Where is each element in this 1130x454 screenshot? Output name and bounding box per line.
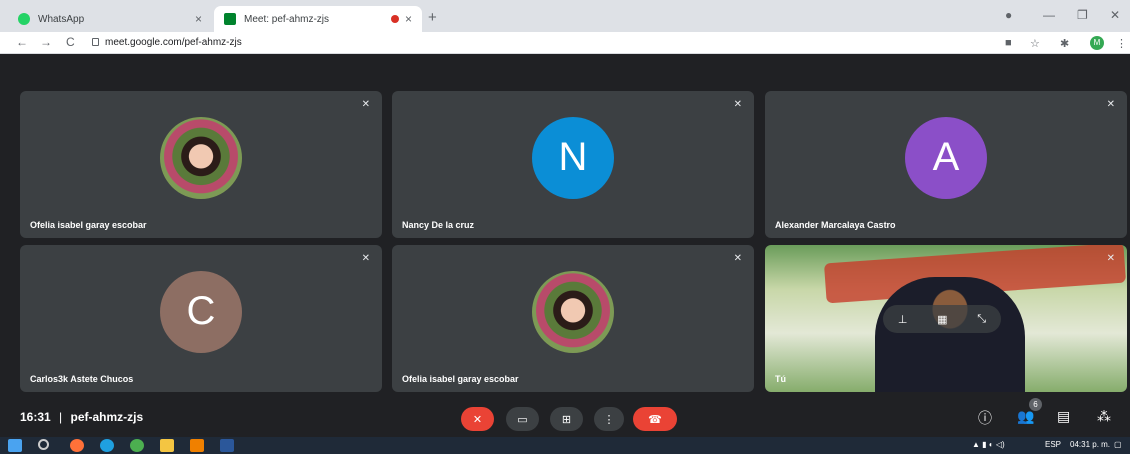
info-icon[interactable]: ⓘ — [978, 408, 992, 428]
close-tab-icon[interactable]: × — [195, 12, 202, 26]
present-screen-button[interactable]: ⊞ — [550, 407, 583, 431]
video-camera-icon: ▭ — [517, 413, 528, 426]
tab-title: Meet: pef-ahmz-zjs — [244, 13, 330, 25]
participant-name: Tú — [775, 374, 786, 384]
vlc-icon[interactable] — [190, 439, 204, 452]
meeting-grid: ✕ Ofelia isabel garay escobar ✕ N Nancy … — [0, 54, 1130, 437]
close-window-icon[interactable]: ✕ — [1110, 8, 1120, 22]
tray-icons[interactable]: ▲ ▮ ◐ ◁) — [972, 440, 1005, 449]
leave-call-button[interactable]: ☎ — [633, 407, 677, 431]
word-icon[interactable] — [220, 439, 234, 452]
file-explorer-icon[interactable] — [160, 439, 174, 452]
participant-tile[interactable]: ✕ A Alexander Marcalaya Castro — [765, 91, 1127, 238]
meet-icon — [224, 13, 236, 25]
new-tab-button[interactable]: + — [428, 9, 437, 26]
participant-tile[interactable]: ✕ Ofelia isabel garay escobar — [392, 245, 754, 392]
meeting-time: 16:31 — [20, 410, 51, 424]
forward-icon[interactable]: → — [40, 35, 52, 49]
more-vert-icon: ⋮ — [603, 413, 615, 426]
participant-avatar: A — [905, 116, 987, 199]
address-bar: ← → C meet.google.com/pef-ahmz-zjs ■ ☆ ✱… — [0, 32, 1130, 54]
separator: | — [59, 410, 63, 424]
mic-off-icon: ✕ — [361, 99, 370, 110]
camera-icon[interactable]: ■ — [1005, 37, 1012, 49]
language-indicator[interactable]: ESP — [1045, 440, 1061, 449]
participant-tile[interactable]: ✕ N Nancy De la cruz — [392, 91, 754, 238]
participant-name: Ofelia isabel garay escobar — [402, 374, 519, 384]
back-icon[interactable]: ← — [16, 35, 28, 49]
people-icon[interactable]: 👥 — [1017, 408, 1034, 425]
self-view-tile[interactable]: ✕ ⊥ ▦ ⤡ Tú — [765, 245, 1127, 392]
browser-tab-bar: WhatsApp × Meet: pef-ahmz-zjs × + ● — ❐ … — [0, 0, 1130, 32]
whatsapp-icon — [18, 13, 30, 25]
participant-tile[interactable]: ✕ C Carlos3k Astete Chucos — [20, 245, 382, 392]
mic-off-icon: ✕ — [1106, 99, 1115, 110]
close-tab-icon[interactable]: × — [405, 12, 412, 26]
participant-avatar — [160, 116, 242, 199]
bookmark-star-icon[interactable]: ☆ — [1030, 37, 1040, 50]
mic-off-icon: ✕ — [733, 99, 742, 110]
mic-off-icon: ✕ — [733, 253, 742, 264]
lock-icon — [92, 38, 99, 46]
tab-title: WhatsApp — [38, 13, 85, 25]
participant-name: Carlos3k Astete Chucos — [30, 374, 134, 384]
firefox-icon[interactable] — [70, 439, 84, 452]
minimize-self-icon[interactable]: ⤡ — [977, 313, 986, 326]
extensions-icon[interactable]: ✱ — [1060, 37, 1069, 50]
participant-name: Alexander Marcalaya Castro — [775, 220, 896, 230]
participant-tile[interactable]: ✕ Ofelia isabel garay escobar — [20, 91, 382, 238]
profile-avatar[interactable]: M — [1090, 36, 1104, 50]
meeting-code: pef-ahmz-zjs — [70, 410, 144, 424]
reload-icon[interactable]: C — [66, 35, 75, 49]
more-options-button[interactable]: ⋮ — [594, 407, 624, 431]
camera-button[interactable]: ▭ — [506, 407, 539, 431]
windows-start-icon[interactable] — [8, 439, 22, 452]
mic-off-icon: ✕ — [1106, 253, 1115, 264]
url-field[interactable]: meet.google.com/pef-ahmz-zjs — [105, 37, 242, 48]
microphone-button[interactable]: ✕ — [461, 407, 494, 431]
meeting-details: 16:31 | pef-ahmz-zjs — [20, 410, 143, 424]
activities-icon[interactable]: ⁂ — [1097, 408, 1111, 425]
system-clock[interactable]: 04:31 p. m. — [1070, 440, 1110, 449]
hang-up-icon: ☎ — [648, 413, 662, 426]
profile-menu-icon[interactable]: ● — [1005, 8, 1012, 22]
mic-off-icon: ✕ — [361, 253, 370, 264]
tab-whatsapp[interactable]: WhatsApp × — [8, 6, 212, 32]
tab-meet[interactable]: Meet: pef-ahmz-zjs × — [214, 6, 422, 32]
participant-avatar: C — [160, 270, 242, 353]
minimize-icon[interactable]: — — [1043, 8, 1055, 22]
participant-avatar — [532, 270, 614, 353]
present-icon: ⊞ — [561, 413, 572, 426]
notifications-icon[interactable]: ▢ — [1114, 440, 1122, 449]
participant-name: Ofelia isabel garay escobar — [30, 220, 147, 230]
restore-icon[interactable]: ❐ — [1077, 8, 1088, 22]
browser-menu-icon[interactable]: ⋮ — [1116, 37, 1127, 50]
meeting-controls-bar: 16:31 | pef-ahmz-zjs ✕ ▭ ⊞ ⋮ ☎ ⓘ 6 👥 ▤ ⁂ — [0, 398, 1130, 437]
layout-icon[interactable]: ▦ — [937, 313, 947, 326]
recording-icon — [390, 15, 399, 23]
participant-avatar: N — [532, 116, 614, 199]
os-taskbar: ▲ ▮ ◐ ◁) ESP 04:31 p. m. ▢ — [0, 437, 1130, 454]
pin-icon[interactable]: ⊥ — [898, 313, 908, 326]
search-icon[interactable] — [38, 439, 49, 450]
self-video — [875, 277, 1025, 392]
participant-name: Nancy De la cruz — [402, 220, 475, 230]
edge-icon[interactable] — [100, 439, 114, 452]
self-view-controls: ⊥ ▦ ⤡ — [883, 305, 1001, 333]
chat-icon[interactable]: ▤ — [1057, 408, 1070, 425]
mic-off-icon: ✕ — [472, 413, 483, 426]
chrome-icon[interactable] — [130, 439, 144, 452]
